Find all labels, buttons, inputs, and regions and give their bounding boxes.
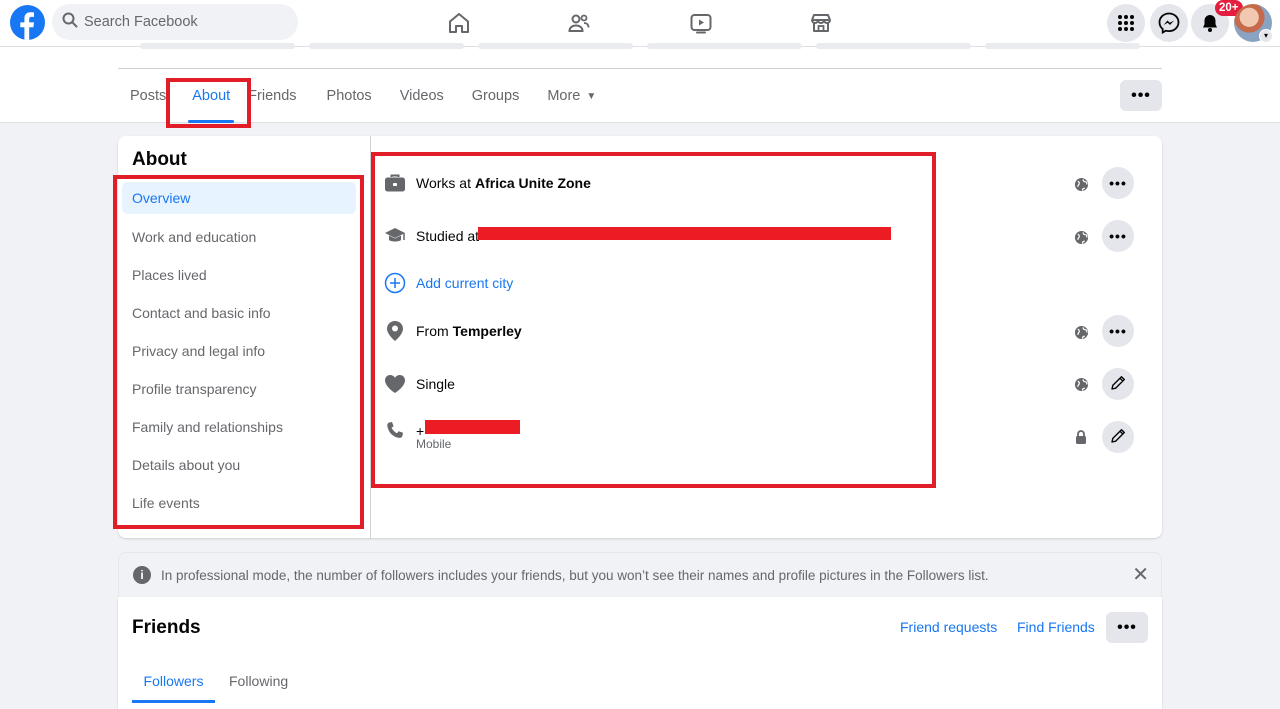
messenger-icon[interactable] — [1150, 4, 1188, 42]
home-icon[interactable] — [444, 8, 474, 38]
search-icon — [62, 12, 78, 33]
menu-grid-icon[interactable] — [1107, 4, 1145, 42]
globe-icon[interactable] — [1073, 229, 1089, 245]
highlight-box-about-tab — [166, 78, 251, 128]
tab-photos[interactable]: Photos — [309, 69, 384, 123]
tab-friends[interactable]: Friends — [244, 69, 308, 123]
cover-edge — [140, 43, 1140, 51]
tab-more[interactable]: More ▼ — [531, 69, 608, 123]
lock-icon[interactable] — [1073, 429, 1089, 445]
edit-relationship-button[interactable] — [1102, 368, 1134, 400]
friends-more-options-button[interactable]: ••• — [1106, 612, 1148, 643]
notice-text: In professional mode, the number of foll… — [161, 567, 989, 583]
globe-icon[interactable] — [1073, 376, 1089, 392]
tab-videos[interactable]: Videos — [384, 69, 456, 123]
watch-icon[interactable] — [686, 8, 716, 38]
tab-following[interactable]: Following — [229, 658, 288, 703]
highlight-box-about-overview — [371, 152, 936, 488]
profile-more-options-button[interactable]: ••• — [1120, 80, 1162, 111]
friends-heading: Friends — [132, 617, 201, 638]
globe-icon[interactable] — [1073, 176, 1089, 192]
top-navigation-bar: 20+ ▾ — [0, 0, 1280, 47]
close-icon[interactable]: ✕ — [1132, 562, 1149, 587]
marketplace-icon[interactable] — [806, 8, 836, 38]
info-icon: i — [133, 566, 151, 584]
caret-down-icon: ▼ — [586, 90, 597, 102]
pencil-icon — [1109, 427, 1127, 448]
tab-more-label: More — [547, 88, 581, 104]
about-heading: About — [132, 149, 187, 170]
study-options-button[interactable]: ••• — [1102, 220, 1134, 252]
facebook-logo-icon[interactable] — [10, 5, 45, 40]
search-box[interactable] — [52, 4, 298, 40]
tab-followers[interactable]: Followers — [132, 658, 215, 703]
friends-icon[interactable] — [564, 8, 594, 38]
find-friends-link[interactable]: Find Friends — [1017, 619, 1095, 635]
edit-phone-button[interactable] — [1102, 421, 1134, 453]
work-options-button[interactable]: ••• — [1102, 167, 1134, 199]
professional-mode-notice: i In professional mode, the number of fo… — [118, 552, 1162, 598]
search-input[interactable] — [84, 14, 284, 30]
highlight-box-about-nav — [113, 175, 364, 529]
chevron-down-icon[interactable]: ▾ — [1259, 29, 1273, 43]
hometown-options-button[interactable]: ••• — [1102, 315, 1134, 347]
pencil-icon — [1109, 374, 1127, 395]
globe-icon[interactable] — [1073, 324, 1089, 340]
tab-groups[interactable]: Groups — [456, 69, 532, 123]
friend-requests-link[interactable]: Friend requests — [900, 619, 997, 635]
